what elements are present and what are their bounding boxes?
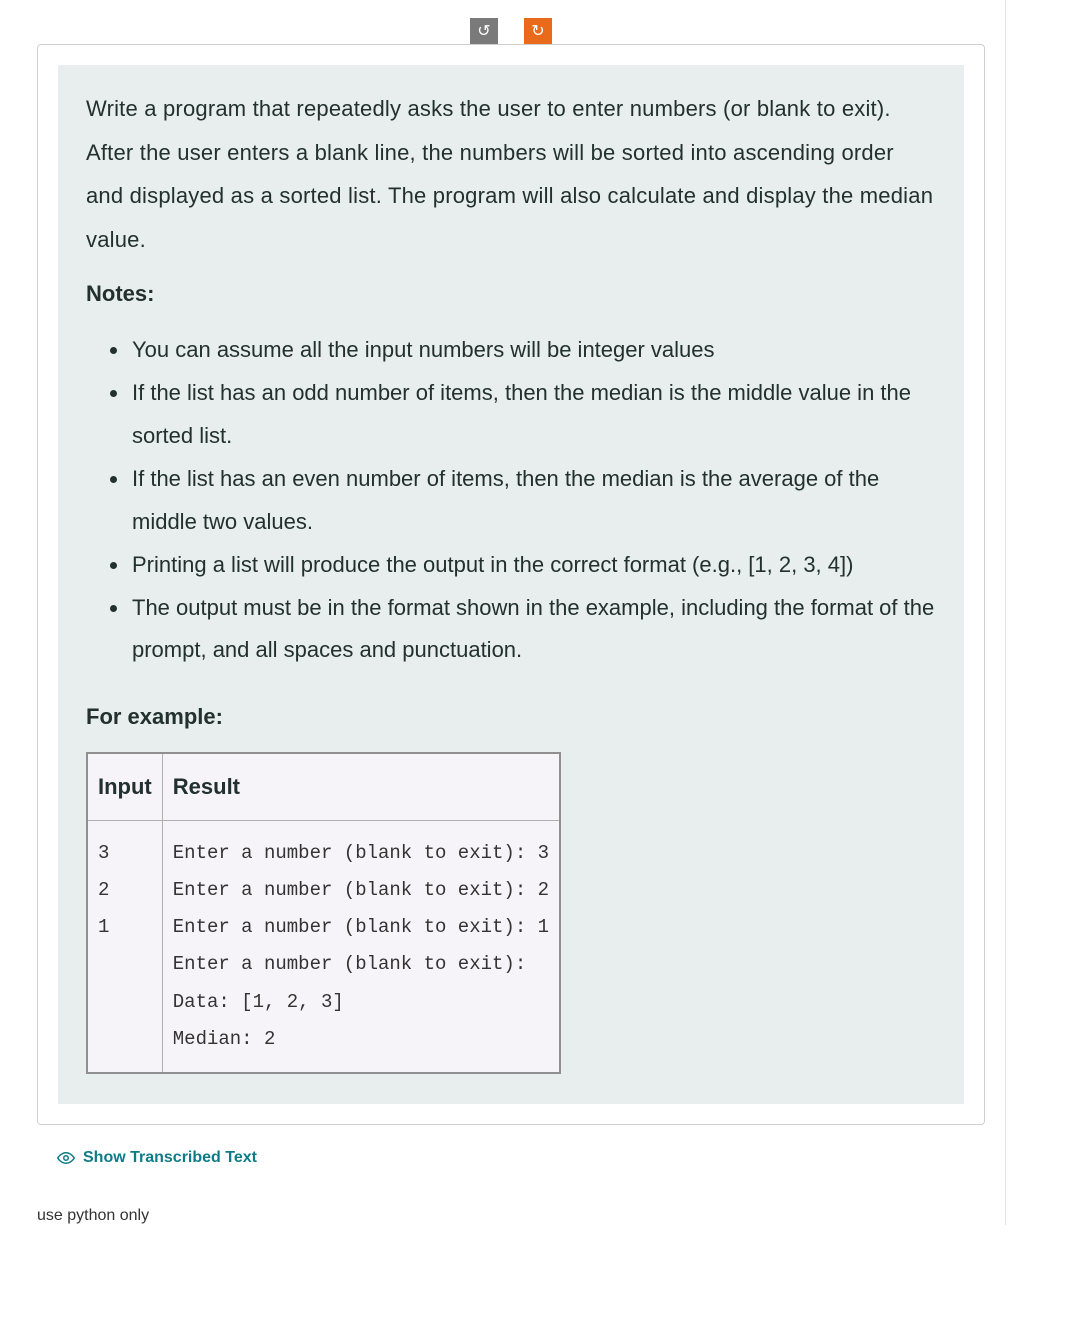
notes-item: You can assume all the input numbers wil… [130,329,936,372]
table-header-result: Result [162,753,560,821]
notes-item: Printing a list will produce the output … [130,544,936,587]
redo-button[interactable]: ↻ [524,18,552,44]
table-row: 3 2 1 Enter a number (blank to exit): 3 … [87,821,560,1073]
notes-item: The output must be in the format shown i… [130,587,936,673]
table-cell-result: Enter a number (blank to exit): 3 Enter … [162,821,560,1073]
notes-heading: Notes: [86,281,936,307]
undo-button[interactable]: ↺ [470,18,498,44]
notes-list: You can assume all the input numbers wil… [86,329,936,672]
show-transcribed-button[interactable]: Show Transcribed Text [57,1149,985,1167]
eye-icon [57,1151,75,1165]
show-transcribed-label: Show Transcribed Text [83,1149,257,1167]
bottom-note-text: use python only [37,1207,985,1225]
example-table: Input Result 3 2 1 Enter a number (blank… [86,752,561,1073]
page-container: ↺ ↻ Write a program that repeatedly asks… [16,0,1006,1225]
redo-icon: ↻ [531,21,544,41]
table-cell-input: 3 2 1 [87,821,162,1073]
question-panel: Write a program that repeatedly asks the… [58,65,964,1104]
question-card: Write a program that repeatedly asks the… [37,44,985,1125]
table-header-row: Input Result [87,753,560,821]
notes-item: If the list has an odd number of items, … [130,372,936,458]
notes-item: If the list has an even number of items,… [130,458,936,544]
question-intro-text: Write a program that repeatedly asks the… [86,87,936,261]
table-header-input: Input [87,753,162,821]
example-heading: For example: [86,704,936,730]
undo-icon: ↺ [477,21,490,41]
top-button-bar: ↺ ↻ [37,0,985,44]
